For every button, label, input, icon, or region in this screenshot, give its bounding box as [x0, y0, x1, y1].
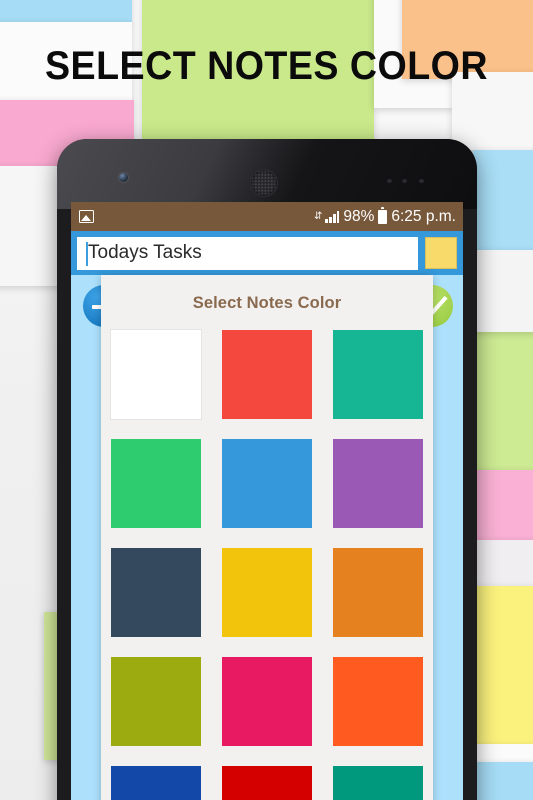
image-icon — [79, 210, 94, 223]
usb-icon: ⇵ — [314, 210, 322, 222]
color-swatch-olive[interactable] — [111, 657, 201, 746]
battery-percent-label: 98% — [343, 207, 375, 225]
select-notes-color-dialog: Select Notes Color — [101, 275, 433, 800]
current-color-swatch-button[interactable] — [425, 237, 457, 269]
note-blue-rightbase — [473, 762, 533, 800]
color-swatch-yellow[interactable] — [222, 548, 312, 637]
note-yellow-right — [473, 586, 533, 746]
page-title: SELECT NOTES COLOR — [45, 44, 488, 88]
color-swatch-pink[interactable] — [222, 657, 312, 746]
note-white-rightupper — [473, 250, 533, 332]
note-blue-topright — [473, 150, 533, 250]
app-content-area: Select Notes Color — [71, 275, 463, 800]
color-swatch-sea-green[interactable] — [333, 766, 423, 800]
note-green-rightmid — [473, 330, 533, 470]
color-swatch-green[interactable] — [111, 439, 201, 528]
earpiece-speaker-icon — [250, 169, 278, 197]
phone-top-bezel — [57, 139, 477, 202]
screenshot-root: SELECT NOTES COLOR ⇵ 98% 6:25 p.m. Today… — [0, 0, 533, 800]
note-title-value: Todays Tasks — [88, 242, 202, 263]
front-camera-icon — [119, 173, 128, 182]
color-swatch-purple[interactable] — [333, 439, 423, 528]
note-white-rightlow — [473, 540, 533, 588]
dialog-title: Select Notes Color — [192, 294, 342, 312]
color-swatch-dark-blue[interactable] — [111, 766, 201, 800]
note-white-rightbase — [473, 744, 533, 764]
color-swatch-grid — [101, 330, 433, 800]
color-swatch-blue[interactable] — [222, 439, 312, 528]
note-pink-right — [473, 470, 533, 542]
proximity-sensor-icon — [387, 179, 392, 183]
status-bar: ⇵ 98% 6:25 p.m. — [71, 202, 463, 231]
color-swatch-orange[interactable] — [333, 548, 423, 637]
color-swatch-white[interactable] — [111, 330, 201, 419]
phone-screen: ⇵ 98% 6:25 p.m. Todays Tasks Select Note… — [71, 202, 463, 800]
phone-device-frame: ⇵ 98% 6:25 p.m. Todays Tasks Select Note… — [57, 139, 477, 800]
text-caret — [86, 241, 88, 266]
color-swatch-teal[interactable] — [333, 330, 423, 419]
note-title-input[interactable]: Todays Tasks — [77, 236, 418, 270]
status-bar-right: ⇵ 98% 6:25 p.m. — [314, 207, 456, 226]
color-swatch-bright-red[interactable] — [222, 766, 312, 800]
color-swatch-red[interactable] — [222, 330, 312, 419]
color-swatch-orange-red[interactable] — [333, 657, 423, 746]
color-swatch-dark-navy[interactable] — [111, 548, 201, 637]
signal-bars-icon — [325, 210, 340, 223]
note-blue-topleft — [0, 0, 132, 24]
battery-icon — [378, 207, 388, 224]
app-toolbar: Todays Tasks — [71, 231, 463, 275]
notification-led-icon — [419, 179, 424, 183]
clock-label: 6:25 p.m. — [391, 207, 456, 225]
light-sensor-icon — [402, 179, 407, 183]
status-bar-left — [79, 210, 94, 223]
